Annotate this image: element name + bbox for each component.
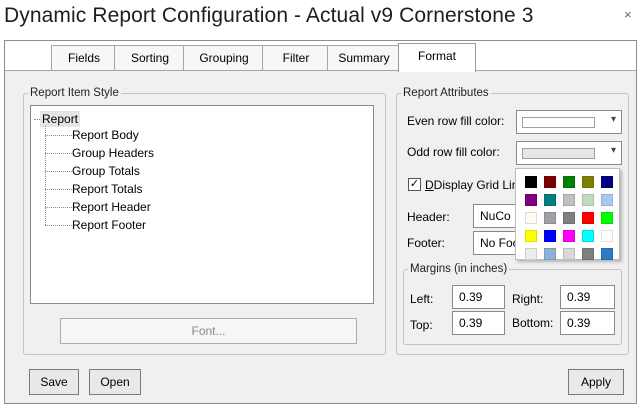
left-margin-input[interactable]: 0.39 bbox=[452, 285, 505, 309]
display-grid-lines-checkbox[interactable]: ✓ bbox=[408, 178, 421, 191]
even-row-color-swatch bbox=[522, 117, 595, 128]
tree-connector bbox=[45, 189, 72, 190]
color-swatch[interactable] bbox=[582, 176, 594, 188]
color-swatch[interactable] bbox=[582, 248, 594, 260]
tree-item-report-totals[interactable]: Report Totals bbox=[72, 181, 142, 197]
tab-content-border bbox=[5, 70, 636, 71]
close-icon[interactable]: × bbox=[624, 7, 632, 22]
tree-connector bbox=[45, 153, 72, 154]
even-row-color-dropdown[interactable]: ▾ bbox=[516, 110, 622, 134]
color-swatch[interactable] bbox=[601, 176, 613, 188]
tree-item-report[interactable]: Report bbox=[40, 111, 81, 127]
tree-item-report-body[interactable]: Report Body bbox=[72, 127, 139, 143]
tree-connector bbox=[45, 126, 46, 225]
tab-summary[interactable]: Summary bbox=[327, 45, 401, 71]
tab-filter[interactable]: Filter bbox=[262, 45, 330, 71]
color-swatch[interactable] bbox=[525, 230, 537, 242]
report-item-style-legend: Report Item Style bbox=[30, 87, 119, 99]
tree-item-group-totals[interactable]: Group Totals bbox=[72, 163, 140, 179]
odd-row-color-swatch bbox=[522, 148, 595, 159]
tree-item-group-headers[interactable]: Group Headers bbox=[72, 145, 154, 161]
color-swatch[interactable] bbox=[544, 212, 556, 224]
tab-format[interactable]: Format bbox=[398, 43, 476, 72]
color-swatch[interactable] bbox=[582, 194, 594, 206]
right-margin-input[interactable]: 0.39 bbox=[560, 285, 615, 309]
font-button[interactable]: Font... bbox=[60, 318, 357, 344]
color-swatch[interactable] bbox=[563, 176, 575, 188]
open-button[interactable]: Open bbox=[89, 369, 141, 395]
apply-button[interactable]: Apply bbox=[568, 369, 624, 395]
even-row-fill-label: Even row fill color: bbox=[407, 114, 505, 128]
tree-connector bbox=[45, 171, 72, 172]
tab-sorting[interactable]: Sorting bbox=[114, 45, 186, 71]
chevron-down-icon: ▾ bbox=[610, 145, 616, 156]
color-swatch[interactable] bbox=[544, 176, 556, 188]
color-swatch[interactable] bbox=[582, 212, 594, 224]
margins-legend: Margins (in inches) bbox=[410, 263, 508, 275]
footer-label: Footer: bbox=[407, 236, 446, 250]
top-margin-label: Top: bbox=[410, 318, 433, 332]
color-swatch[interactable] bbox=[563, 212, 575, 224]
color-swatch[interactable] bbox=[582, 230, 594, 242]
color-swatch[interactable] bbox=[544, 248, 556, 260]
color-swatch[interactable] bbox=[525, 194, 537, 206]
odd-row-fill-label: Odd row fill color: bbox=[407, 145, 500, 159]
tab-grouping[interactable]: Grouping bbox=[183, 45, 265, 71]
tree-connector bbox=[45, 135, 72, 136]
color-swatch[interactable] bbox=[525, 176, 537, 188]
report-attributes-legend: Report Attributes bbox=[403, 87, 489, 99]
chevron-down-icon: ▾ bbox=[610, 114, 616, 125]
tree-connector bbox=[45, 207, 72, 208]
color-swatch[interactable] bbox=[601, 212, 613, 224]
tree-item-report-footer[interactable]: Report Footer bbox=[72, 217, 146, 233]
left-margin-label: Left: bbox=[410, 292, 434, 306]
color-palette-popup[interactable] bbox=[515, 168, 620, 260]
color-swatch[interactable] bbox=[563, 248, 575, 260]
top-margin-input[interactable]: 0.39 bbox=[452, 311, 505, 335]
tab-fields[interactable]: Fields bbox=[51, 45, 117, 71]
window-title: Dynamic Report Configuration - Actual v9… bbox=[4, 4, 534, 27]
color-swatch[interactable] bbox=[601, 194, 613, 206]
color-swatch[interactable] bbox=[525, 248, 537, 260]
color-swatch[interactable] bbox=[563, 230, 575, 242]
header-label: Header: bbox=[407, 210, 450, 224]
color-swatch[interactable] bbox=[525, 212, 537, 224]
tree-connector bbox=[45, 225, 72, 226]
color-swatch[interactable] bbox=[563, 194, 575, 206]
color-swatch[interactable] bbox=[544, 194, 556, 206]
tree-item-report-header[interactable]: Report Header bbox=[72, 199, 151, 215]
color-swatch[interactable] bbox=[601, 230, 613, 242]
odd-row-color-dropdown[interactable]: ▾ bbox=[516, 141, 622, 165]
color-swatch[interactable] bbox=[601, 248, 613, 260]
save-button[interactable]: Save bbox=[29, 369, 79, 395]
color-swatch[interactable] bbox=[544, 230, 556, 242]
bottom-margin-label: Bottom: bbox=[512, 316, 554, 330]
right-margin-label: Right: bbox=[512, 292, 544, 306]
bottom-margin-input[interactable]: 0.39 bbox=[560, 311, 615, 335]
